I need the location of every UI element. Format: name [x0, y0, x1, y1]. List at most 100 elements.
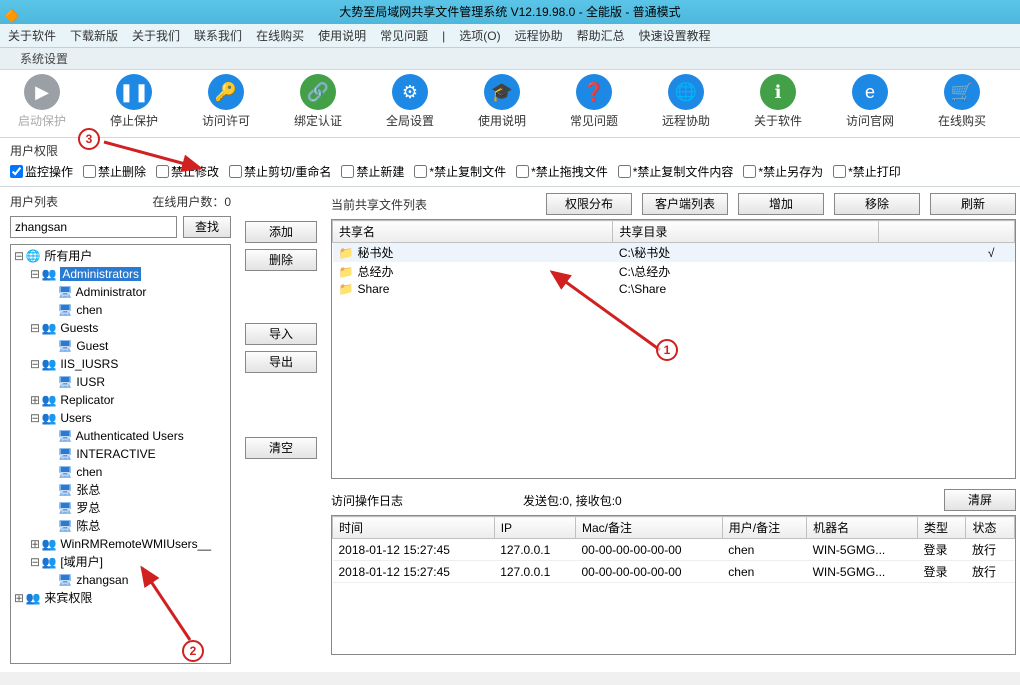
tree-user[interactable]: 🖥 Guest	[13, 337, 228, 355]
perm-*禁止拖拽文件[interactable]: *禁止拖拽文件	[516, 163, 608, 180]
perm-*禁止复制文件内容[interactable]: *禁止复制文件内容	[618, 163, 734, 180]
menu-item[interactable]: 联系我们	[194, 29, 242, 43]
tree-group[interactable]: ⊟👥 Administrators	[13, 265, 228, 283]
tree-user[interactable]: 🖥 Administrator	[13, 283, 228, 301]
menu-item[interactable]: 下载新版	[70, 29, 118, 43]
tree-root[interactable]: ⊟🌐 所有用户	[13, 247, 228, 265]
perm-checkbox[interactable]	[516, 165, 529, 178]
tree-group[interactable]: ⊟👥 Guests	[13, 319, 228, 337]
tree-group[interactable]: ⊟👥 [域用户]	[13, 553, 228, 571]
perm-checkbox[interactable]	[833, 165, 846, 178]
toolbar-启动保护[interactable]: ▶启动保护	[10, 74, 74, 129]
share-col[interactable]: 共享名	[333, 221, 613, 243]
menu-item[interactable]: 快速设置教程	[639, 29, 711, 43]
toolbar-label: 全局设置	[378, 112, 442, 129]
perm-checkbox[interactable]	[83, 165, 96, 178]
log-col[interactable]: Mac/备注	[575, 517, 722, 539]
tree-user[interactable]: 🖥 chen	[13, 463, 228, 481]
tree-guest[interactable]: ⊞👥 来宾权限	[13, 589, 228, 607]
toolbar-绑定认证[interactable]: 🔗绑定认证	[286, 74, 350, 129]
share-col[interactable]	[878, 221, 1014, 243]
tree-user[interactable]: 🖥 chen	[13, 301, 228, 319]
menu-item[interactable]: 关于软件	[8, 29, 56, 43]
perm-label: *禁止另存为	[758, 163, 823, 180]
export-button[interactable]: 导出	[245, 351, 317, 373]
menu-item[interactable]: 使用说明	[318, 29, 366, 43]
tree-user[interactable]: 🖥 Authenticated Users	[13, 427, 228, 445]
toolbar-label: 在线购买	[930, 112, 994, 129]
share-col[interactable]: 共享目录	[613, 221, 878, 243]
clear-button[interactable]: 清空	[245, 437, 317, 459]
toolbar-常见问题[interactable]: ❓常见问题	[562, 74, 626, 129]
share-row[interactable]: 📁秘书处C:\秘书处√	[333, 243, 1015, 263]
menu-item[interactable]: 选项(O)	[459, 29, 500, 43]
perm-*禁止复制文件[interactable]: *禁止复制文件	[414, 163, 506, 180]
tree-user[interactable]: 🖥 张总	[13, 481, 228, 499]
perm-checkbox[interactable]	[743, 165, 756, 178]
share-btn-刷新[interactable]: 刷新	[930, 193, 1016, 215]
toolbar-远程协助[interactable]: 🌐远程协助	[654, 74, 718, 129]
share-row[interactable]: 📁ShareC:\Share	[333, 281, 1015, 297]
toolbar-关于软件[interactable]: ℹ关于软件	[746, 74, 810, 129]
perm-checkbox[interactable]	[156, 165, 169, 178]
log-col[interactable]: 用户/备注	[722, 517, 806, 539]
tree-group[interactable]: ⊟👥 IIS_IUSRS	[13, 355, 228, 373]
perm-label: 禁止新建	[356, 163, 404, 180]
toolbar-label: 关于软件	[746, 112, 810, 129]
tree-user[interactable]: 🖥 罗总	[13, 499, 228, 517]
perm-禁止修改[interactable]: 禁止修改	[156, 163, 219, 180]
app-icon: 🔶	[4, 4, 20, 20]
menu-item[interactable]: 关于我们	[132, 29, 180, 43]
search-button[interactable]: 查找	[183, 216, 231, 238]
search-input[interactable]	[10, 216, 177, 238]
log-col[interactable]: 类型	[917, 517, 965, 539]
log-row[interactable]: 2018-01-12 15:27:45127.0.0.100-00-00-00-…	[333, 539, 1015, 561]
perm-checkbox[interactable]	[414, 165, 427, 178]
perm-checkbox[interactable]	[618, 165, 631, 178]
import-button[interactable]: 导入	[245, 323, 317, 345]
toolbar: ▶启动保护 ❚❚停止保护 🔑访问许可 🔗绑定认证 ⚙全局设置 🎓使用说明 ❓常见问题 🌐远程协…	[0, 70, 1020, 138]
clear-log-button[interactable]: 清屏	[944, 489, 1016, 511]
log-col[interactable]: 机器名	[807, 517, 918, 539]
add-button[interactable]: 添加	[245, 221, 317, 243]
tree-user[interactable]: 🖥 陈总	[13, 517, 228, 535]
user-tree[interactable]: ⊟🌐 所有用户⊟👥 Administrators🖥 Administrator🖥…	[10, 244, 231, 664]
share-btn-权限分布[interactable]: 权限分布	[546, 193, 632, 215]
toolbar-使用说明[interactable]: 🎓使用说明	[470, 74, 534, 129]
perm-禁止剪切/重命名[interactable]: 禁止剪切/重命名	[229, 163, 331, 180]
menu-item[interactable]: 帮助汇总	[577, 29, 625, 43]
perm-checkbox[interactable]	[341, 165, 354, 178]
tree-group[interactable]: ⊞👥 WinRMRemoteWMIUsers__	[13, 535, 228, 553]
tree-user[interactable]: 🖥 IUSR	[13, 373, 228, 391]
menu-item[interactable]: 在线购买	[256, 29, 304, 43]
toolbar-访问许可[interactable]: 🔑访问许可	[194, 74, 258, 129]
share-btn-客户端列表[interactable]: 客户端列表	[642, 193, 728, 215]
log-row[interactable]: 2018-01-12 15:27:45127.0.0.100-00-00-00-…	[333, 561, 1015, 583]
delete-button[interactable]: 删除	[245, 249, 317, 271]
toolbar-访问官网[interactable]: e访问官网	[838, 74, 902, 129]
perm-禁止新建[interactable]: 禁止新建	[341, 163, 404, 180]
log-col[interactable]: IP	[494, 517, 575, 539]
share-row[interactable]: 📁总经办C:\总经办	[333, 262, 1015, 281]
toolbar-在线购买[interactable]: 🛒在线购买	[930, 74, 994, 129]
log-col[interactable]: 状态	[966, 517, 1015, 539]
perm-checkbox[interactable]	[10, 165, 23, 178]
toolbar-停止保护[interactable]: ❚❚停止保护	[102, 74, 166, 129]
perm-checkbox[interactable]	[229, 165, 242, 178]
perm-禁止删除[interactable]: 禁止删除	[83, 163, 146, 180]
menu-item[interactable]: 远程协助	[515, 29, 563, 43]
tree-user[interactable]: 🖥 INTERACTIVE	[13, 445, 228, 463]
tree-group[interactable]: ⊞👥 Replicator	[13, 391, 228, 409]
toolbar-全局设置[interactable]: ⚙全局设置	[378, 74, 442, 129]
log-col[interactable]: 时间	[333, 517, 495, 539]
perm-*禁止打印[interactable]: *禁止打印	[833, 163, 901, 180]
perm-监控操作[interactable]: 监控操作	[10, 163, 73, 180]
tree-group[interactable]: ⊟👥 Users	[13, 409, 228, 427]
menu-item[interactable]: 常见问题	[380, 29, 428, 43]
folder-icon: 📁	[339, 265, 354, 279]
log-table[interactable]: 时间IPMac/备注用户/备注机器名类型状态2018-01-12 15:27:4…	[331, 515, 1016, 655]
perm-*禁止另存为[interactable]: *禁止另存为	[743, 163, 823, 180]
tree-user[interactable]: 🖥 zhangsan	[13, 571, 228, 589]
share-btn-增加[interactable]: 增加	[738, 193, 824, 215]
share-btn-移除[interactable]: 移除	[834, 193, 920, 215]
